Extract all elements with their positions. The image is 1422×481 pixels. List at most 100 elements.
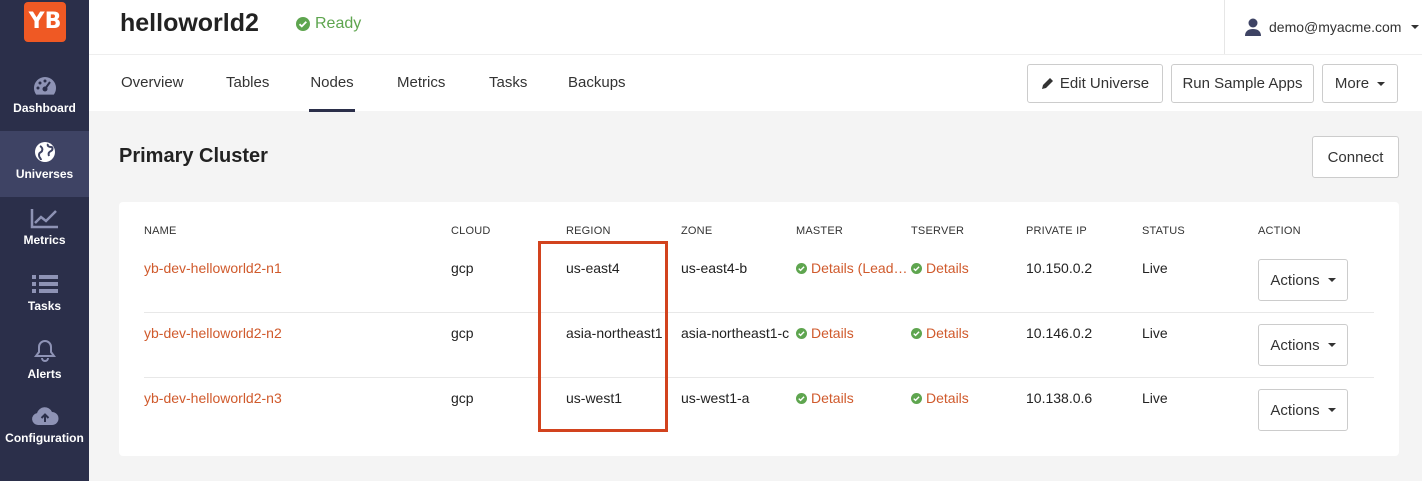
sidebar-item-label: Metrics: [23, 233, 66, 247]
node-name-link[interactable]: yb-dev-helloworld2-n1: [144, 260, 282, 276]
actions-dropdown-button[interactable]: Actions: [1258, 259, 1348, 301]
cloud-upload-icon: [31, 407, 58, 425]
node-name-link[interactable]: yb-dev-helloworld2-n2: [144, 325, 282, 341]
actions-label: Actions: [1270, 336, 1320, 354]
master-details-link[interactable]: Details (Lead…: [811, 260, 908, 276]
master-details: Details (Lead…: [796, 260, 908, 276]
node-private-ip: 10.150.0.2: [1026, 260, 1093, 276]
node-cloud: gcp: [451, 325, 474, 341]
status-badge: Ready: [296, 15, 361, 33]
tabs-bar: Overview Tables Nodes Metrics Tasks Back…: [89, 54, 1422, 112]
more-button[interactable]: More: [1322, 64, 1398, 103]
node-status: Live: [1142, 260, 1168, 276]
sidebar-item-metrics[interactable]: Metrics: [0, 197, 89, 263]
row-divider: [144, 377, 1374, 378]
dashboard-icon: [33, 77, 56, 95]
run-sample-apps-button[interactable]: Run Sample Apps: [1171, 64, 1314, 103]
tab-nodes[interactable]: Nodes: [309, 55, 355, 112]
actions-label: Actions: [1270, 271, 1320, 289]
row-divider: [144, 312, 1374, 313]
node-cloud: gcp: [451, 260, 474, 276]
column-header-cloud: CLOUD: [451, 225, 491, 237]
caret-down-icon: [1327, 408, 1336, 412]
edit-universe-label: Edit Universe: [1059, 75, 1150, 92]
column-header-region: REGION: [566, 225, 611, 237]
node-zone: us-east4-b: [681, 260, 748, 276]
node-cloud: gcp: [451, 390, 474, 406]
sidebar-item-label: Alerts: [27, 367, 62, 381]
tab-tables[interactable]: Tables: [226, 55, 269, 112]
sidebar-item-label: Configuration: [5, 431, 84, 445]
header: helloworld2 Ready demo@myacme.com: [89, 0, 1422, 54]
page-title: helloworld2: [120, 9, 259, 37]
user-email: demo@myacme.com: [1269, 19, 1402, 35]
column-header-zone: ZONE: [681, 225, 713, 237]
master-details-link[interactable]: Details: [811, 325, 854, 341]
column-header-status: STATUS: [1142, 225, 1185, 237]
run-sample-apps-label: Run Sample Apps: [1182, 75, 1303, 92]
check-circle-icon: [796, 393, 807, 404]
master-details: Details: [796, 325, 854, 341]
node-name-link[interactable]: yb-dev-helloworld2-n3: [144, 390, 282, 406]
sidebar: YB Dashboard Universes Metrics Tasks Ale…: [0, 0, 89, 481]
sidebar-item-dashboard[interactable]: Dashboard: [0, 65, 89, 131]
check-circle-icon: [911, 393, 922, 404]
status-text: Ready: [315, 15, 362, 32]
globe-icon: [34, 142, 55, 162]
sidebar-item-tasks[interactable]: Tasks: [0, 263, 89, 329]
tasks-icon: [31, 275, 58, 293]
check-circle-icon: [796, 263, 807, 274]
nodes-table: NAME CLOUD REGION ZONE MASTER TSERVER PR…: [119, 202, 1399, 456]
check-circle-icon: [296, 17, 310, 31]
master-details: Details: [796, 390, 854, 406]
tserver-details: Details: [911, 260, 969, 276]
check-circle-icon: [911, 328, 922, 339]
sidebar-item-alerts[interactable]: Alerts: [0, 329, 89, 395]
section-title: Primary Cluster: [119, 145, 268, 167]
tserver-details-link[interactable]: Details: [926, 260, 969, 276]
sidebar-item-configuration[interactable]: Configuration: [0, 395, 89, 461]
sidebar-item-universes[interactable]: Universes: [0, 131, 89, 197]
column-header-master: MASTER: [796, 225, 844, 237]
node-private-ip: 10.138.0.6: [1026, 390, 1093, 406]
user-icon: [1245, 18, 1261, 36]
actions-dropdown-button[interactable]: Actions: [1258, 324, 1348, 366]
master-details-link[interactable]: Details: [811, 390, 854, 406]
yugabyte-logo[interactable]: YB: [24, 2, 66, 42]
caret-down-icon: [1327, 278, 1336, 282]
column-header-action: ACTION: [1258, 225, 1301, 237]
pencil-icon: [1041, 78, 1053, 89]
tserver-details: Details: [911, 390, 969, 406]
tserver-details: Details: [911, 325, 969, 341]
column-header-private-ip: PRIVATE IP: [1026, 225, 1087, 237]
node-zone: asia-northeast1-c: [681, 325, 790, 341]
sidebar-item-label: Universes: [15, 167, 74, 181]
sidebar-item-label: Tasks: [27, 299, 62, 313]
edit-universe-button[interactable]: Edit Universe: [1027, 64, 1163, 103]
actions-label: Actions: [1270, 401, 1320, 419]
more-label: More: [1334, 75, 1370, 92]
caret-down-icon: [1327, 343, 1336, 347]
tab-backups[interactable]: Backups: [568, 55, 626, 112]
node-status: Live: [1142, 325, 1168, 341]
caret-down-icon: [1411, 25, 1420, 29]
tserver-details-link[interactable]: Details: [926, 325, 969, 341]
tab-tasks[interactable]: Tasks: [489, 55, 527, 112]
connect-button[interactable]: Connect: [1312, 136, 1399, 178]
bell-icon: [33, 339, 56, 362]
column-header-name: NAME: [144, 225, 177, 237]
tserver-details-link[interactable]: Details: [926, 390, 969, 406]
tab-metrics[interactable]: Metrics: [397, 55, 445, 112]
column-header-tserver: TSERVER: [911, 225, 965, 237]
node-private-ip: 10.146.0.2: [1026, 325, 1093, 341]
node-zone: us-west1-a: [681, 390, 750, 406]
actions-dropdown-button[interactable]: Actions: [1258, 389, 1348, 431]
region-highlight-box: [538, 241, 668, 432]
check-circle-icon: [911, 263, 922, 274]
node-status: Live: [1142, 390, 1168, 406]
metrics-icon: [30, 209, 58, 229]
sidebar-item-label: Dashboard: [13, 101, 76, 115]
tab-overview[interactable]: Overview: [121, 55, 184, 112]
user-menu[interactable]: demo@myacme.com: [1224, 0, 1422, 54]
check-circle-icon: [796, 328, 807, 339]
